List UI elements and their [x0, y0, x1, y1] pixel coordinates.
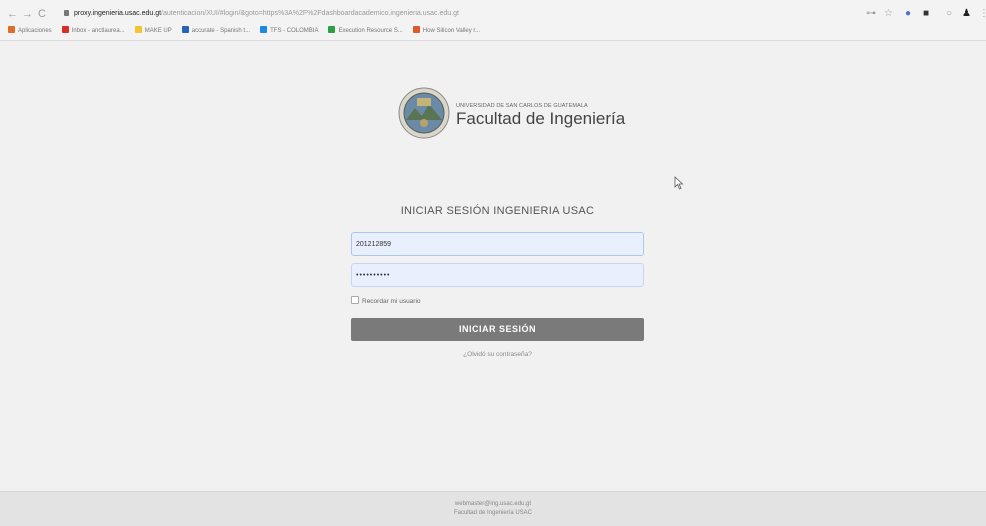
- bookmark-label: Aplicaciones: [18, 28, 52, 34]
- bookmarks-bar: Aplicaciones Inbox - anctlaurea... MAKE UP…: [8, 25, 490, 37]
- bookmark-favicon-icon: [260, 26, 268, 33]
- profile-icon[interactable]: ♟: [962, 6, 971, 22]
- browser-toolbar: ← → C proxy.ingenieria.usac.edu.gt/auten…: [0, 5, 986, 23]
- bookmark-favicon-icon: [134, 26, 142, 33]
- bookmark-item[interactable]: Execution Resource S...: [328, 25, 403, 37]
- menu-dots-icon[interactable]: ⋮: [979, 6, 986, 22]
- footer-email[interactable]: webmaster@ing.usac.edu.gt: [0, 501, 986, 507]
- mouse-cursor-icon: [674, 176, 684, 190]
- address-bar[interactable]: proxy.ingenieria.usac.edu.gt/autenticaci…: [64, 6, 839, 22]
- bookmark-item[interactable]: How Silicon Valley r...: [412, 25, 481, 37]
- page-footer: webmaster@ing.usac.edu.gt Facultad de In…: [0, 491, 986, 526]
- bookmark-favicon-icon: [328, 26, 336, 33]
- bookmark-item[interactable]: Inbox - anctlaurea...: [61, 25, 125, 37]
- forgot-password-link[interactable]: ¿Olvidó su contraseña?: [351, 351, 644, 358]
- login-submit-button[interactable]: INICIAR SESIÓN: [351, 318, 644, 341]
- bookmark-favicon-icon: [61, 26, 69, 33]
- bookmark-favicon-icon: [412, 26, 420, 33]
- bookmark-item[interactable]: Aplicaciones: [8, 25, 52, 37]
- university-seal-icon: [398, 87, 450, 139]
- bookmark-item[interactable]: MAKE UP: [134, 25, 172, 37]
- bookmark-label: accurate - Spanish t...: [191, 28, 251, 34]
- faculty-name: Facultad de Ingeniería: [456, 109, 626, 128]
- bookmark-label: TFS - COLOMBIA: [270, 28, 319, 34]
- footer-org: Facultad de Ingeniería USAC: [453, 510, 533, 516]
- bookmark-item[interactable]: TFS - COLOMBIA: [260, 25, 318, 37]
- reload-icon[interactable]: C: [38, 6, 46, 22]
- extension-icon[interactable]: ●: [905, 6, 911, 22]
- faculty-logo: UNIVERSIDAD DE SAN CARLOS DE GUATEMALA F…: [398, 87, 628, 139]
- username-input[interactable]: [351, 232, 644, 256]
- login-title: INICIAR SESIÓN INGENIERIA USAC: [400, 205, 595, 217]
- star-icon[interactable]: ☆: [884, 6, 893, 22]
- forward-icon[interactable]: →: [22, 6, 33, 22]
- bookmark-favicon-icon: [181, 26, 189, 33]
- url-host: proxy.ingenieria.usac.edu.gt: [74, 10, 162, 17]
- lock-icon: [64, 10, 69, 16]
- password-input[interactable]: [351, 263, 644, 287]
- bookmark-favicon-icon: [8, 26, 15, 33]
- checkbox-icon[interactable]: [351, 296, 359, 304]
- bookmark-label: Inbox - anctlaurea...: [71, 28, 125, 34]
- bookmark-label: How Silicon Valley r...: [422, 28, 481, 34]
- extension-square-icon[interactable]: ■: [923, 6, 929, 22]
- back-icon[interactable]: ←: [7, 6, 18, 22]
- remember-me-label: Recordar mi usuario: [362, 298, 421, 305]
- extension-shield-icon[interactable]: ○: [946, 6, 952, 22]
- key-icon[interactable]: ⊶: [866, 6, 876, 22]
- browser-chrome: ← → C proxy.ingenieria.usac.edu.gt/auten…: [0, 0, 986, 41]
- bookmark-label: Execution Resource S...: [338, 28, 403, 34]
- remember-me-checkbox[interactable]: Recordar mi usuario: [351, 296, 421, 306]
- bookmark-item[interactable]: accurate - Spanish t...: [181, 25, 251, 37]
- bookmark-label: MAKE UP: [144, 28, 172, 34]
- url-path: /autenticacion/XUI/#login/&goto=https%3A…: [161, 10, 459, 17]
